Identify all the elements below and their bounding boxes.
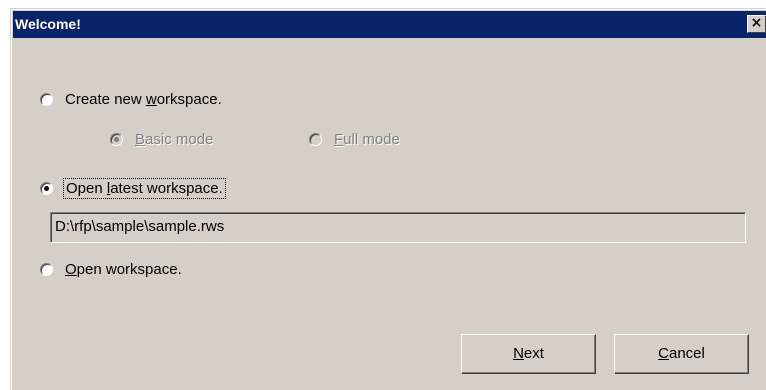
open-latest-workspace-label: Open latest workspace. <box>63 178 226 199</box>
cancel-button-label: Cancel <box>658 345 705 362</box>
radio-button-icon <box>309 133 322 146</box>
radio-button-icon <box>40 263 53 276</box>
dialog-title: Welcome! <box>15 16 81 32</box>
title-bar: Welcome! × <box>13 11 766 38</box>
create-new-workspace-label: Create new workspace. <box>65 91 222 108</box>
cancel-button[interactable]: Cancel <box>614 334 749 374</box>
basic-mode-radio[interactable]: Basic mode <box>110 131 213 148</box>
welcome-dialog: Welcome! × Create new workspace. Basic m… <box>10 8 766 390</box>
create-new-workspace-radio[interactable]: Create new workspace. <box>40 91 222 108</box>
next-button-label: Next <box>513 345 544 362</box>
radio-button-icon <box>40 182 53 195</box>
next-button[interactable]: Next <box>461 334 596 374</box>
basic-mode-label: Basic mode <box>135 131 214 148</box>
close-button[interactable]: × <box>747 15 766 33</box>
radio-button-icon <box>110 133 123 146</box>
radio-button-icon <box>40 93 53 106</box>
full-mode-radio[interactable]: Full mode <box>309 131 400 148</box>
close-icon: × <box>750 15 763 31</box>
full-mode-label: Full mode <box>334 131 400 148</box>
open-latest-workspace-radio[interactable]: Open latest workspace. <box>40 178 226 199</box>
open-workspace-label: Open workspace. <box>65 261 182 278</box>
open-workspace-radio[interactable]: Open workspace. <box>40 261 182 278</box>
latest-workspace-path-field: D:\rfp\sample\sample.rws <box>50 212 746 243</box>
